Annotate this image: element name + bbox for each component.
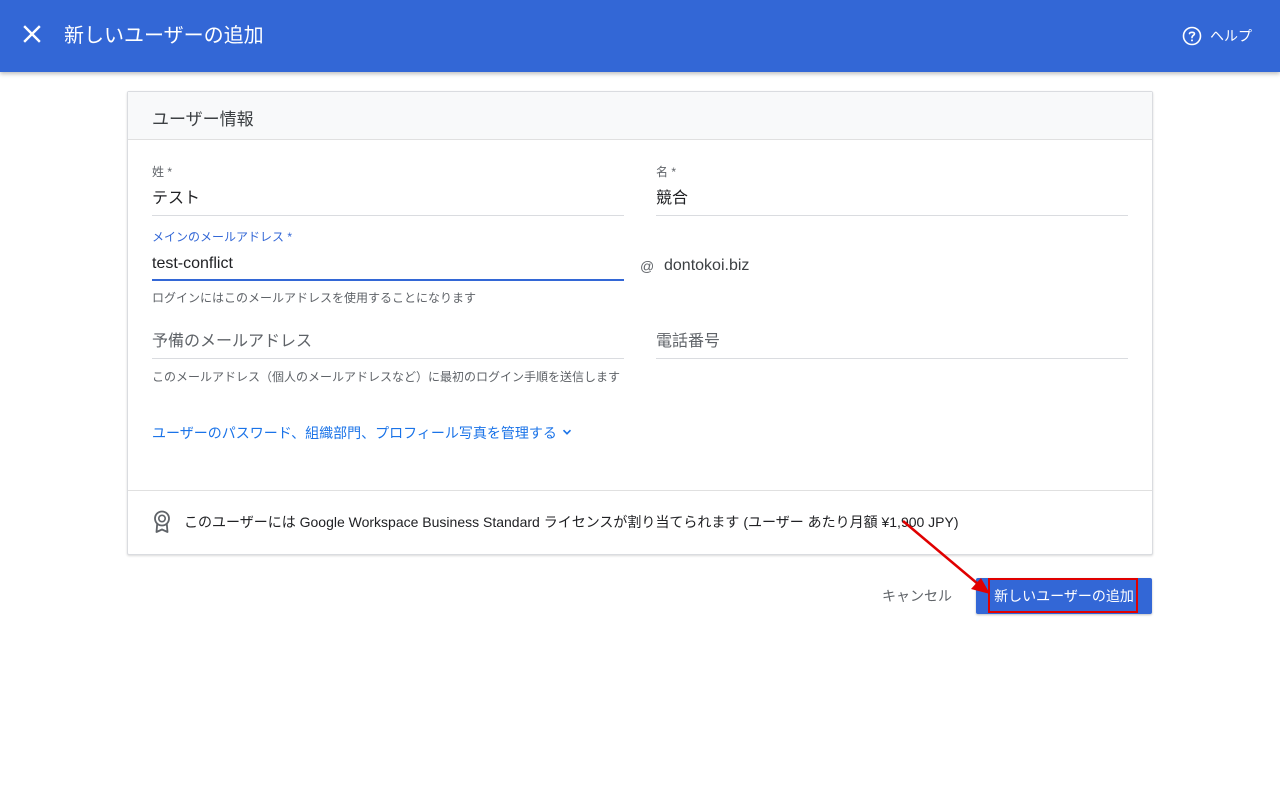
help-label: ヘルプ: [1210, 28, 1252, 44]
chevron-down-icon: [561, 425, 573, 441]
add-user-button[interactable]: 新しいユーザーの追加: [976, 578, 1152, 614]
primary-email-field[interactable]: メインのメールアドレス * test-conflict: [152, 229, 624, 281]
close-button[interactable]: [16, 20, 48, 52]
page-title: 新しいユーザーの追加: [64, 25, 264, 47]
close-icon: [23, 24, 41, 48]
first-name-field[interactable]: 名 * 競合: [656, 164, 1128, 216]
manage-link-label: ユーザーのパスワード、組織部門、プロフィール写真を管理する: [152, 425, 557, 441]
cancel-button[interactable]: キャンセル: [868, 578, 966, 614]
primary-email-input[interactable]: test-conflict: [152, 253, 624, 281]
last-name-field[interactable]: 姓 * テスト: [152, 164, 624, 216]
card-header: ユーザー情報: [128, 92, 1152, 140]
primary-email-label: メインのメールアドレス *: [152, 230, 293, 244]
email-domain: dontokoi.biz: [664, 257, 750, 274]
first-name-input[interactable]: 競合: [656, 188, 1128, 216]
license-info: このユーザーには Google Workspace Business Stand…: [152, 510, 959, 534]
license-text: このユーザーには Google Workspace Business Stand…: [184, 514, 959, 530]
first-name-label: 名 *: [656, 165, 677, 179]
app-header: 新しいユーザーの追加 ヘルプ: [0, 0, 1280, 72]
phone-field[interactable]: 電話番号: [656, 331, 1128, 359]
last-name-input[interactable]: テスト: [152, 188, 624, 216]
secondary-email-hint: このメールアドレス（個人のメールアドレスなど）に最初のログイン手順を送信します: [152, 370, 621, 384]
license-divider: [128, 490, 1152, 491]
at-symbol: @: [640, 258, 655, 274]
primary-email-hint: ログインにはこのメールアドレスを使用することになります: [152, 291, 477, 305]
secondary-email-field[interactable]: 予備のメールアドレス: [152, 331, 624, 359]
last-name-label: 姓 *: [152, 165, 173, 179]
manage-user-settings-link[interactable]: ユーザーのパスワード、組織部門、プロフィール写真を管理する: [152, 423, 573, 443]
help-button[interactable]: ヘルプ: [1182, 22, 1252, 50]
secondary-email-input[interactable]: 予備のメールアドレス: [152, 331, 624, 359]
phone-input[interactable]: 電話番号: [656, 331, 1128, 359]
help-circle-icon: [1182, 26, 1202, 46]
section-title: ユーザー情報: [152, 110, 254, 129]
award-badge-icon: [152, 510, 172, 534]
user-info-card: ユーザー情報 姓 * テスト 名 * 競合 メインのメールアドレス * test…: [127, 91, 1153, 555]
